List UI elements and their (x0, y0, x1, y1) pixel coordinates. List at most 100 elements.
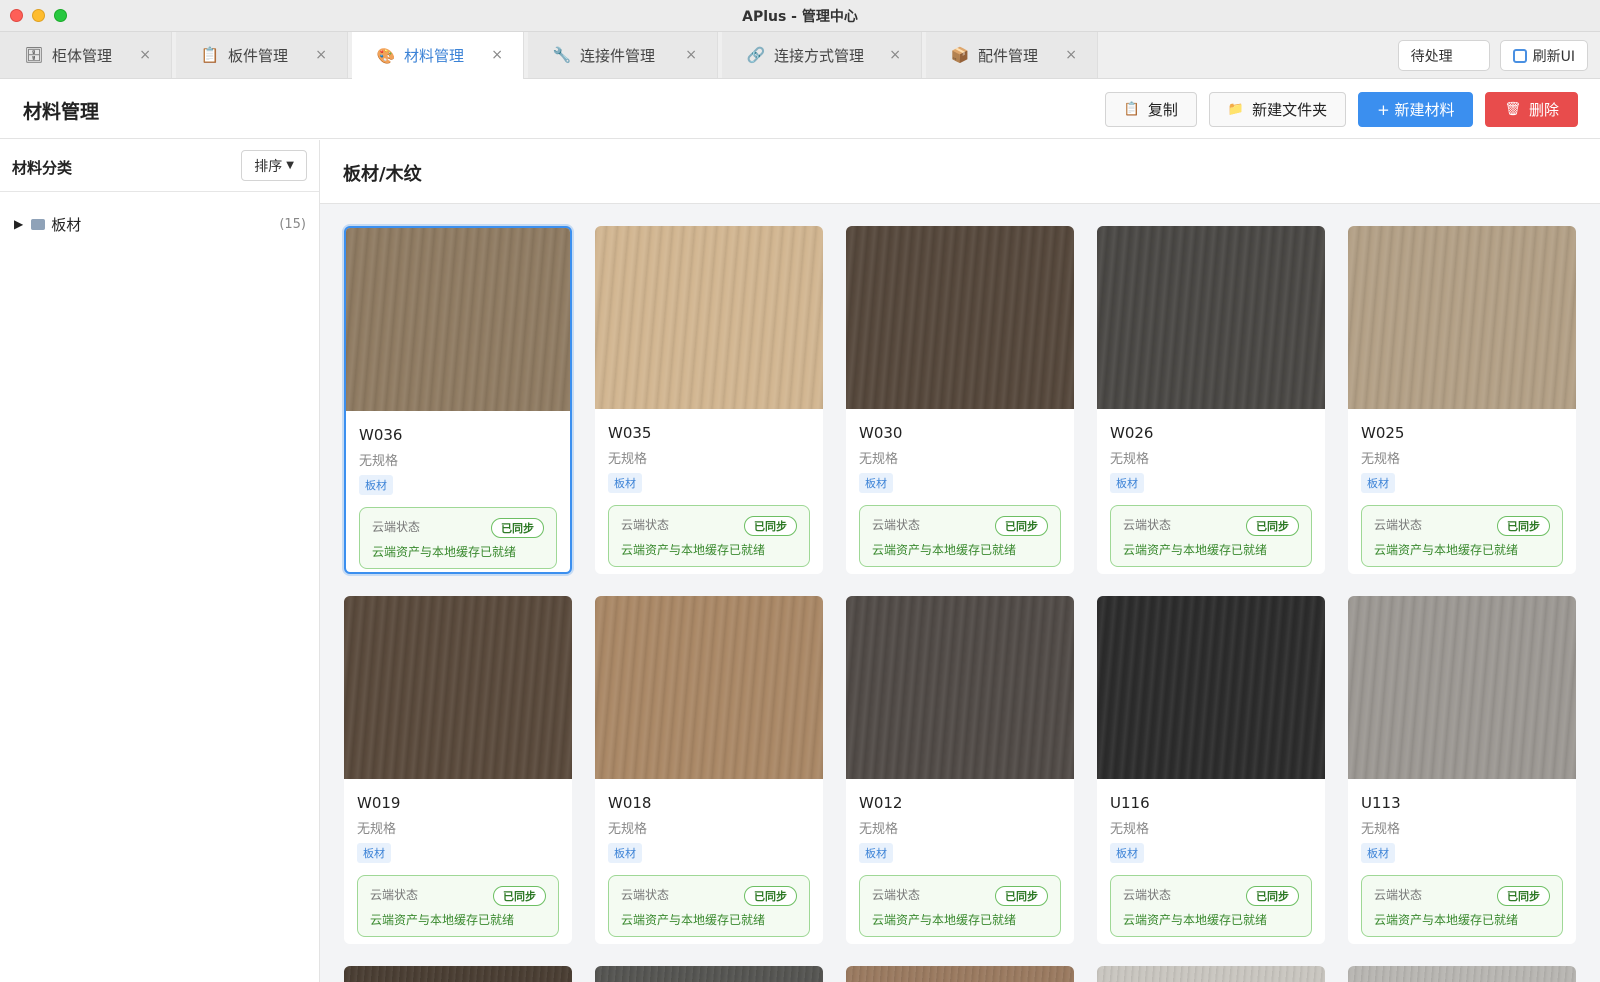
tab-label: 配件管理 (978, 46, 1039, 65)
material-code: W025 (1361, 424, 1405, 442)
material-card-partial[interactable] (846, 966, 1074, 982)
material-card[interactable]: W012 无规格 板材 云端状态 已同步 云端资产与本地缓存已就绪 (846, 596, 1074, 944)
cloud-status-box: 云端状态 已同步 云端资产与本地缓存已就绪 (357, 875, 559, 937)
material-card[interactable]: W026 无规格 板材 云端状态 已同步 云端资产与本地缓存已就绪 (1097, 226, 1325, 574)
tab-connector[interactable]: 🔧 连接件管理 × (528, 32, 718, 78)
material-thumbnail (846, 226, 1074, 409)
close-window-button[interactable] (10, 9, 23, 22)
material-code: W026 (1110, 424, 1154, 442)
material-thumbnail (1097, 596, 1325, 779)
material-tag: 板材 (1110, 843, 1144, 863)
material-card[interactable]: W035 无规格 板材 云端状态 已同步 云端资产与本地缓存已就绪 (595, 226, 823, 574)
tree-item-count: (15) (279, 216, 306, 232)
cloud-status-box: 云端状态 已同步 云端资产与本地缓存已就绪 (859, 875, 1061, 937)
card-body: W012 无规格 板材 云端状态 已同步 云端资产与本地缓存已就绪 (846, 779, 1074, 937)
tab-close-icon[interactable]: × (315, 47, 327, 63)
clipboard-icon: 📋 (1123, 102, 1140, 117)
material-card[interactable]: W030 无规格 板材 云端状态 已同步 云端资产与本地缓存已就绪 (846, 226, 1074, 574)
window-title: APlus - 管理中心 (742, 8, 858, 25)
material-spec: 无规格 (1110, 822, 1150, 837)
page-header: 材料管理 📋 复制 📁 新建文件夹 + 新建材料 🗑 删除 (0, 79, 1600, 139)
material-thumbnail (595, 226, 823, 409)
copy-button[interactable]: 📋 复制 (1104, 92, 1197, 127)
material-card-partial[interactable] (1348, 966, 1576, 982)
material-spec: 无规格 (608, 822, 648, 837)
minimize-window-button[interactable] (32, 9, 45, 22)
material-card[interactable]: W018 无规格 板材 云端状态 已同步 云端资产与本地缓存已就绪 (595, 596, 823, 944)
maximize-window-button[interactable] (54, 9, 67, 22)
tab-material[interactable]: 🎨 材料管理 × (352, 32, 524, 79)
new-folder-label: 新建文件夹 (1252, 101, 1328, 119)
material-tag: 板材 (608, 473, 642, 493)
tab-label: 板件管理 (228, 46, 289, 65)
material-tag: 板材 (359, 475, 393, 495)
material-icon: 🎨 (376, 46, 396, 65)
folder-icon: 📁 (1227, 102, 1245, 117)
cloud-status-message: 云端资产与本地缓存已就绪 (1123, 913, 1268, 927)
tab-connection-method[interactable]: 🔗 连接方式管理 × (722, 32, 922, 78)
new-material-button[interactable]: + 新建材料 (1358, 92, 1474, 127)
material-spec: 无规格 (859, 452, 899, 467)
material-tag: 板材 (859, 843, 893, 863)
tab-close-icon[interactable]: × (889, 47, 901, 63)
cloud-status-box: 云端状态 已同步 云端资产与本地缓存已就绪 (1110, 505, 1312, 567)
tab-accessory[interactable]: 📦 配件管理 × (926, 32, 1098, 78)
material-card-partial[interactable] (595, 966, 823, 982)
tab-label: 材料管理 (404, 47, 465, 65)
material-card[interactable]: W036 无规格 板材 云端状态 已同步 云端资产与本地缓存已就绪 (344, 226, 572, 574)
material-spec: 无规格 (1361, 452, 1401, 467)
header-actions: 📋 复制 📁 新建文件夹 + 新建材料 🗑 删除 (1104, 92, 1578, 127)
material-card[interactable]: U113 无规格 板材 云端状态 已同步 云端资产与本地缓存已就绪 (1348, 596, 1576, 944)
card-body: W030 无规格 板材 云端状态 已同步 云端资产与本地缓存已就绪 (846, 409, 1074, 567)
sort-button[interactable]: 排序 ▼ (241, 150, 307, 181)
category-sidebar: 材料分类 排序 ▼ ▶ 板材 (15) (0, 140, 320, 982)
material-card[interactable]: W019 无规格 板材 云端状态 已同步 云端资产与本地缓存已就绪 (344, 596, 572, 944)
material-tag: 板材 (1361, 473, 1395, 493)
pending-button[interactable]: 待处理 (1397, 40, 1490, 71)
refresh-ui-button[interactable]: 刷新UI (1499, 40, 1588, 71)
material-card[interactable]: U116 无规格 板材 云端状态 已同步 云端资产与本地缓存已就绪 (1097, 596, 1325, 944)
new-folder-button[interactable]: 📁 新建文件夹 (1208, 92, 1347, 127)
wrench-icon: 🔧 (552, 46, 572, 64)
cloud-status-box: 云端状态 已同步 云端资产与本地缓存已就绪 (1361, 875, 1563, 937)
card-body: W035 无规格 板材 云端状态 已同步 云端资产与本地缓存已就绪 (595, 409, 823, 567)
caret-down-icon: ▼ (286, 160, 294, 171)
material-card-partial[interactable] (344, 966, 572, 982)
material-thumbnail (1097, 966, 1325, 982)
material-spec: 无规格 (1110, 452, 1150, 467)
material-tag: 板材 (859, 473, 893, 493)
tab-close-icon[interactable]: × (1065, 47, 1077, 63)
delete-button[interactable]: 🗑 删除 (1485, 92, 1578, 127)
card-body: W036 无规格 板材 云端状态 已同步 云端资产与本地缓存已就绪 (346, 411, 570, 569)
cloud-status-message: 云端资产与本地缓存已就绪 (1374, 913, 1519, 927)
material-spec: 无规格 (1361, 822, 1401, 837)
card-body: W025 无规格 板材 云端状态 已同步 云端资产与本地缓存已就绪 (1348, 409, 1576, 567)
material-code: U113 (1361, 794, 1401, 812)
tab-board[interactable]: 📋 板件管理 × (176, 32, 348, 78)
window-titlebar: APlus - 管理中心 (0, 0, 1600, 32)
tab-close-icon[interactable]: × (491, 47, 503, 63)
card-body: W026 无规格 板材 云端状态 已同步 云端资产与本地缓存已就绪 (1097, 409, 1325, 567)
content-header: 板材/木纹 (320, 140, 1600, 204)
tab-close-icon[interactable]: × (685, 47, 697, 63)
synced-badge: 已同步 (1246, 886, 1299, 906)
material-code: W030 (859, 424, 903, 442)
tab-close-icon[interactable]: × (139, 47, 151, 63)
tab-label: 柜体管理 (52, 46, 113, 65)
material-spec: 无规格 (859, 822, 899, 837)
tree-item-board[interactable]: ▶ 板材 (15) (14, 212, 306, 236)
material-thumbnail (1097, 226, 1325, 409)
synced-badge: 已同步 (1497, 886, 1550, 906)
tab-cabinet[interactable]: 🗄 柜体管理 × (0, 32, 172, 78)
material-tag: 板材 (357, 843, 391, 863)
material-main: 板材/木纹 W036 无规格 板材 云端状态 已同步 云端资产与本地缓存已就绪 … (320, 140, 1600, 982)
material-code: W035 (608, 424, 652, 442)
cloud-status-box: 云端状态 已同步 云端资产与本地缓存已就绪 (608, 875, 810, 937)
tab-label: 连接件管理 (580, 46, 656, 65)
refresh-ui-label: 刷新UI (1532, 48, 1575, 65)
material-card-partial[interactable] (1097, 966, 1325, 982)
material-card[interactable]: W025 无规格 板材 云端状态 已同步 云端资产与本地缓存已就绪 (1348, 226, 1576, 574)
expand-arrow-icon[interactable]: ▶ (14, 217, 23, 231)
cloud-status-box: 云端状态 已同步 云端资产与本地缓存已就绪 (608, 505, 810, 567)
refresh-icon (1512, 48, 1527, 63)
